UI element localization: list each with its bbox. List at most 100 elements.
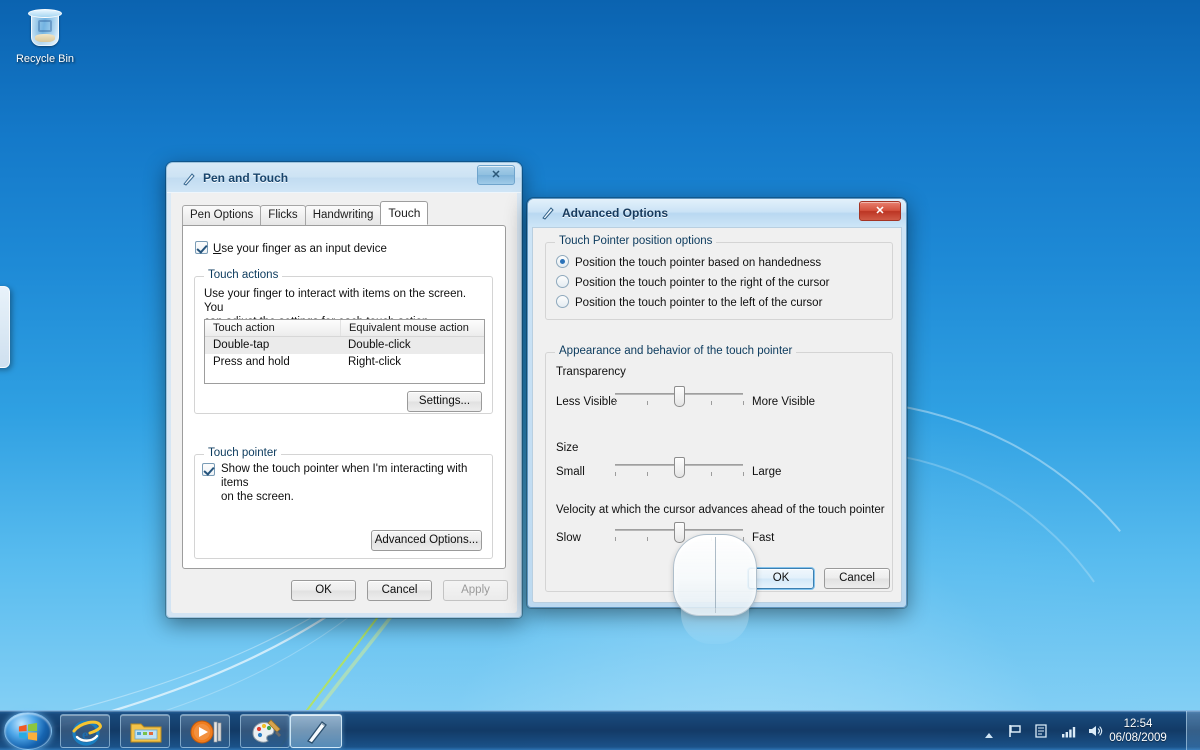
transparency-slider[interactable]: [615, 385, 744, 409]
touch-actions-list[interactable]: Touch action Equivalent mouse action Dou…: [204, 319, 485, 384]
checkbox-show-touch-pointer[interactable]: [202, 463, 215, 476]
action-center-icon[interactable]: [1033, 723, 1049, 739]
slider-thumb[interactable]: [674, 457, 685, 478]
advanced-options-titlebar[interactable]: Advanced Options ✕: [528, 199, 906, 227]
use-finger-label: se your finger as an input device: [221, 243, 387, 255]
ok-button[interactable]: OK: [291, 580, 356, 601]
velocity-label: Velocity at which the cursor advances ah…: [556, 504, 885, 516]
pen-icon: [183, 173, 195, 186]
taskbar: e 12:54 06/08/2009: [0, 710, 1200, 750]
pen-and-touch-window: Pen and Touch ✕ Pen Options Flicks Handw…: [166, 162, 522, 618]
touch-pointer-group: Touch pointer Show the touch pointer whe…: [194, 447, 493, 559]
recycle-bin-icon: [25, 8, 65, 50]
desktop-icon-label: Recycle Bin: [15, 53, 75, 65]
appearance-legend: Appearance and behavior of the touch poi…: [555, 345, 797, 357]
cancel-button[interactable]: Cancel: [824, 568, 890, 589]
transparency-max-label: More Visible: [752, 396, 816, 408]
media-player-icon: [190, 720, 222, 744]
advanced-options-body: Touch Pointer position options Position …: [532, 227, 902, 603]
checkbox-use-finger[interactable]: [195, 241, 208, 254]
column-header-touch-action[interactable]: Touch action: [205, 320, 340, 336]
windows-logo-icon: [18, 722, 38, 741]
cell-mouse-action: Right-click: [348, 356, 402, 368]
slider-thumb[interactable]: [674, 522, 685, 543]
tab-handwriting[interactable]: Handwriting: [304, 205, 382, 225]
radio-row-right-of-cursor[interactable]: Position the touch pointer to the right …: [556, 273, 829, 291]
velocity-min-label: Slow: [556, 532, 581, 544]
tab-touch[interactable]: Touch: [380, 201, 429, 225]
touch-actions-list-header: Touch action Equivalent mouse action: [205, 320, 484, 337]
radio-row-left-of-cursor[interactable]: Position the touch pointer to the left o…: [556, 293, 822, 311]
radio-right-of-cursor[interactable]: [556, 275, 569, 288]
tab-flicks[interactable]: Flicks: [260, 205, 306, 225]
pen-icon: [542, 207, 554, 220]
slider-thumb[interactable]: [674, 386, 685, 407]
cancel-button[interactable]: Cancel: [367, 580, 432, 601]
pen-icon: [307, 721, 327, 744]
paint-icon: [252, 719, 281, 743]
settings-button[interactable]: Settings...: [407, 391, 482, 412]
start-button[interactable]: [4, 712, 52, 750]
position-options-legend: Touch Pointer position options: [555, 235, 717, 247]
folder-icon: [130, 723, 162, 743]
tab-pen-options[interactable]: Pen Options: [182, 205, 262, 225]
radio-row-handedness[interactable]: Position the touch pointer based on hand…: [556, 253, 821, 271]
show-touch-pointer-label-2: on the screen.: [221, 491, 294, 503]
touch-actions-legend: Touch actions: [204, 269, 283, 281]
velocity-max-label: Fast: [752, 532, 775, 544]
close-icon[interactable]: ✕: [477, 165, 515, 185]
svg-text:e: e: [82, 728, 88, 743]
taskbar-item-windows-media-player[interactable]: [180, 714, 230, 748]
radio-handedness[interactable]: [556, 255, 569, 268]
background-window-sliver[interactable]: [0, 286, 10, 368]
touch-tab-panel: Use your finger as an input device Touch…: [182, 225, 506, 569]
close-icon[interactable]: ✕: [859, 201, 901, 221]
volume-icon[interactable]: [1087, 723, 1103, 739]
advanced-options-title: Advanced Options: [562, 206, 669, 220]
position-options-group: Touch Pointer position options Position …: [545, 235, 893, 320]
radio-right-of-cursor-label: Position the touch pointer to the right …: [575, 277, 830, 289]
show-touch-pointer-row[interactable]: Show the touch pointer when I'm interact…: [202, 462, 487, 504]
cell-touch-action: Double-tap: [213, 339, 270, 351]
taskbar-item-windows-explorer[interactable]: [120, 714, 170, 748]
desktop: Recycle Bin Pen and Touch ✕ Pen Options …: [0, 0, 1200, 750]
radio-handedness-label: Position the touch pointer based on hand…: [575, 257, 822, 269]
internet-explorer-icon: e: [72, 720, 102, 746]
size-label: Size: [556, 442, 579, 454]
table-row[interactable]: Press and hold Right-click: [205, 354, 484, 371]
use-finger-checkbox-row[interactable]: Use your finger as an input device: [195, 239, 387, 257]
taskbar-item-paint[interactable]: [240, 714, 290, 748]
cell-mouse-action: Double-click: [348, 339, 411, 351]
show-touch-pointer-label-1: Show the touch pointer when I'm interact…: [221, 463, 468, 489]
touch-pointer-legend: Touch pointer: [204, 447, 282, 459]
touch-actions-description-1: Use your finger to interact with items o…: [204, 288, 467, 314]
taskbar-clock[interactable]: 12:54 06/08/2009: [1102, 717, 1174, 745]
column-header-mouse-action[interactable]: Equivalent mouse action: [340, 320, 484, 336]
radio-left-of-cursor-label: Position the touch pointer to the left o…: [575, 297, 823, 309]
velocity-slider[interactable]: [615, 521, 744, 545]
clock-date: 06/08/2009: [1109, 732, 1167, 744]
pen-and-touch-titlebar[interactable]: Pen and Touch ✕: [167, 163, 521, 193]
size-slider[interactable]: [615, 456, 744, 480]
table-row[interactable]: Double-tap Double-click: [205, 337, 484, 354]
pen-and-touch-body: Pen Options Flicks Handwriting Touch Use…: [171, 193, 517, 613]
appearance-group: Appearance and behavior of the touch poi…: [545, 345, 893, 592]
radio-left-of-cursor[interactable]: [556, 295, 569, 308]
advanced-options-window: Advanced Options ✕ Touch Pointer positio…: [527, 198, 907, 608]
size-min-label: Small: [556, 466, 585, 478]
taskbar-item-pen-and-touch[interactable]: [290, 714, 342, 748]
apply-button: Apply: [443, 580, 508, 601]
taskbar-item-internet-explorer[interactable]: e: [60, 714, 110, 748]
network-icon[interactable]: [1060, 723, 1076, 739]
advanced-options-button[interactable]: Advanced Options...: [371, 530, 482, 551]
transparency-min-label: Less Visible: [556, 396, 618, 408]
tab-strip: Pen Options Flicks Handwriting Touch: [182, 201, 506, 226]
desktop-icon-recycle-bin[interactable]: Recycle Bin: [6, 8, 84, 65]
show-desktop-button[interactable]: [1186, 711, 1200, 750]
pen-and-touch-title: Pen and Touch: [203, 171, 289, 185]
flag-icon[interactable]: [1007, 723, 1023, 739]
transparency-label: Transparency: [556, 366, 626, 378]
cell-touch-action: Press and hold: [213, 356, 290, 368]
show-hidden-icons-button[interactable]: [984, 727, 994, 738]
ok-button[interactable]: OK: [748, 568, 814, 589]
